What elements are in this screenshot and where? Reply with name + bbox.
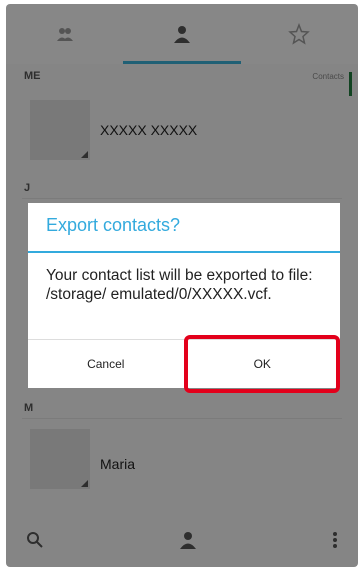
dialog-divider bbox=[28, 251, 340, 253]
dialog-title: Export contacts? bbox=[46, 215, 181, 235]
cancel-button[interactable]: Cancel bbox=[28, 340, 184, 388]
ok-highlight-frame bbox=[184, 335, 340, 393]
dialog-message: Your contact list will be exported to fi… bbox=[46, 267, 313, 303]
